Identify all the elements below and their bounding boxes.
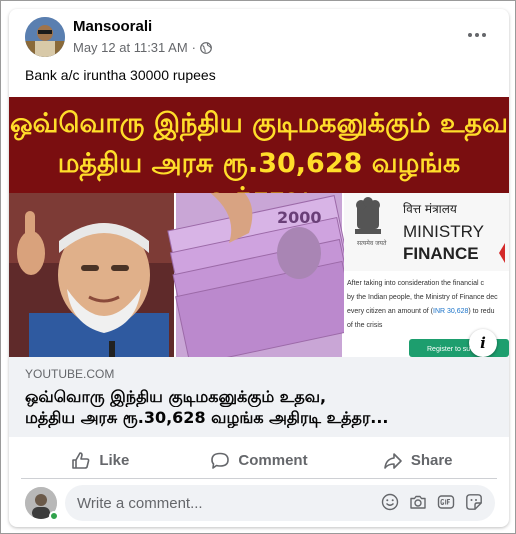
- ministry-hindi: वित्त मंत्रालय: [403, 202, 458, 216]
- camera-icon[interactable]: [409, 493, 427, 511]
- window-frame: Mansoorali May 12 at 11:31 AM · Bank a/c…: [0, 0, 516, 534]
- link-preview-image[interactable]: ஒவ்வொரு இந்திய குடிமகனுக்கும் உதவ மத்திய…: [9, 97, 509, 357]
- link-title: ஒவ்வொரு இந்திய குடிமகனுக்கும் உதவ, மத்தி…: [25, 386, 495, 428]
- like-label: Like: [99, 452, 130, 469]
- svg-text:every citizen an amount of (IN: every citizen an amount of (INR 30,628) …: [347, 308, 495, 315]
- share-arrow-icon: [384, 452, 402, 469]
- sticker-icon[interactable]: [465, 493, 483, 511]
- comment-box: [65, 485, 495, 521]
- comment-composer: [9, 485, 509, 527]
- comment-icons: [381, 493, 483, 511]
- post-timestamp[interactable]: May 12 at 11:31 AM: [73, 40, 188, 55]
- link-meta[interactable]: YOUTUBE.COM ஒவ்வொரு இந்திய குடிமகனுக்கும…: [9, 357, 509, 437]
- info-icon[interactable]: i: [469, 329, 497, 357]
- comment-input[interactable]: [77, 485, 357, 521]
- comment-button[interactable]: Comment: [180, 443, 339, 478]
- notice-amount: INR 30,628: [433, 308, 469, 315]
- ministry-line1: MINISTRY: [403, 222, 484, 241]
- globe-icon[interactable]: [200, 41, 212, 54]
- post-meta: May 12 at 11:31 AM ·: [73, 40, 212, 55]
- author-avatar[interactable]: [25, 17, 65, 57]
- speech-bubble-icon: [211, 452, 230, 469]
- author-name[interactable]: Mansoorali: [73, 18, 152, 35]
- meta-separator: ·: [191, 40, 197, 55]
- banner-headline-1: ஒவ்வொரு இந்திய குடிமகனுக்கும் உதவ: [10, 108, 508, 139]
- notice-line-3-suffix: ) to redu: [468, 308, 494, 315]
- post-card: Mansoorali May 12 at 11:31 AM · Bank a/c…: [9, 9, 509, 527]
- svg-text:2000: 2000: [277, 208, 322, 227]
- post-text: Bank a/c iruntha 30000 rupees: [25, 67, 216, 83]
- emblem-caption: सत्यमेव जयते: [357, 239, 387, 247]
- notice-line-2: by the Indian people, the Ministry of Fi…: [347, 294, 498, 301]
- link-title-line-2: மத்திய அரசு ரூ.30,628 வழங்க அதிரடி உத்தர…: [25, 408, 389, 427]
- notice-line-1: After taking into consideration the fina…: [347, 280, 484, 287]
- notice-line-3-prefix: every citizen an amount of (: [347, 308, 434, 315]
- link-domain: YOUTUBE.COM: [25, 367, 115, 381]
- preview-banner: ஒவ்வொரு இந்திய குடிமகனுக்கும் உதவ மத்திய…: [9, 97, 509, 213]
- link-title-line-1: ஒவ்வொரு இந்திய குடிமகனுக்கும் உதவ,: [25, 387, 327, 406]
- post-header: Mansoorali May 12 at 11:31 AM ·: [9, 9, 509, 65]
- thumbs-up-icon: [72, 451, 90, 469]
- preview-photo-collage: 2000 सत्यमेव जयते वित्त मंत्रालय MINISTR…: [9, 193, 509, 357]
- notice-line-4: of the crisis: [347, 322, 383, 329]
- like-button[interactable]: Like: [21, 443, 180, 478]
- ministry-line2: FINANCE: [403, 244, 479, 263]
- more-options-icon[interactable]: [463, 25, 491, 45]
- smiley-icon[interactable]: [381, 493, 399, 511]
- register-button-label: Register to su: [427, 346, 470, 353]
- gif-icon[interactable]: [437, 493, 455, 511]
- online-status-dot: [49, 511, 59, 521]
- share-label: Share: [410, 452, 453, 469]
- share-button[interactable]: Share: [338, 443, 497, 478]
- post-actions: Like Comment Share: [21, 443, 497, 479]
- comment-label: Comment: [238, 452, 308, 469]
